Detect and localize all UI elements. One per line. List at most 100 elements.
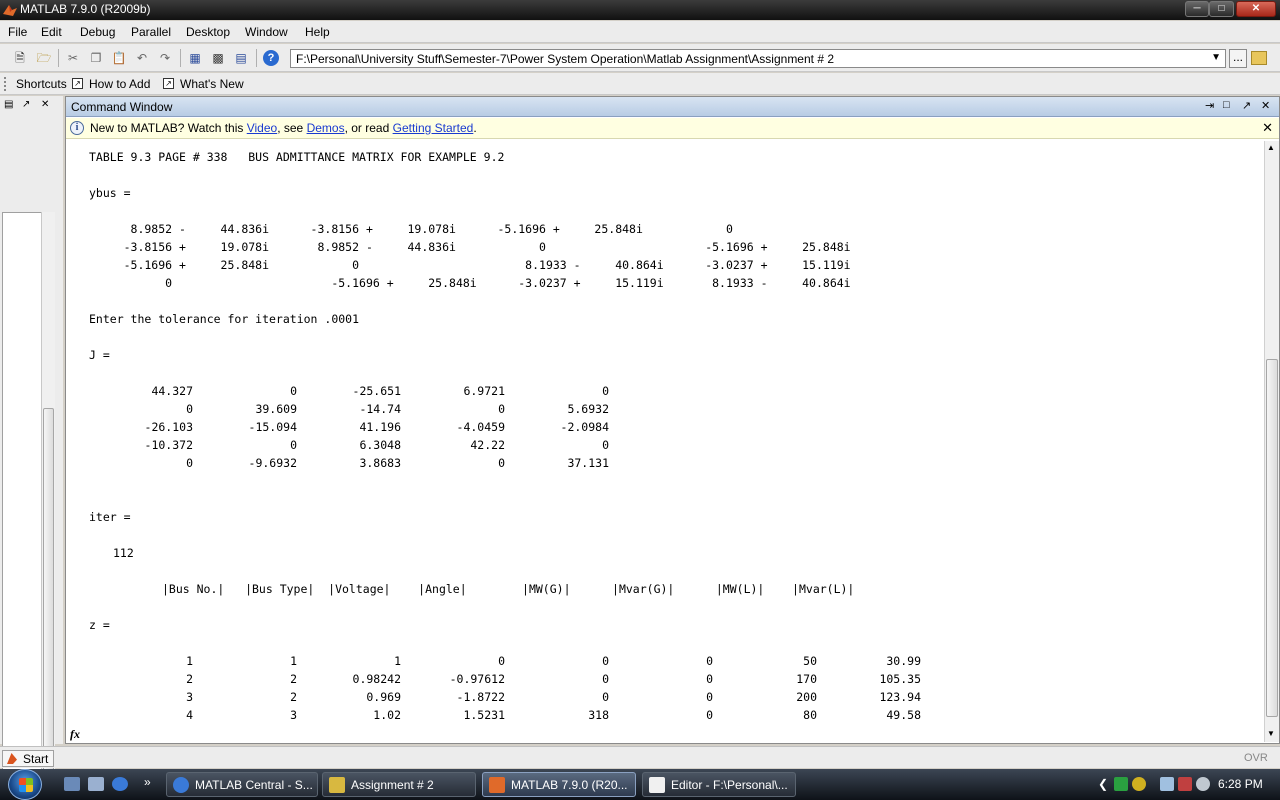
tray-connection-icon[interactable] <box>1178 777 1192 791</box>
menu-debug[interactable]: Debug <box>80 25 115 39</box>
menu-desktop[interactable]: Desktop <box>186 25 230 39</box>
close-button[interactable]: ✕ <box>1236 1 1276 17</box>
tray-network-icon[interactable] <box>1132 777 1146 791</box>
menu-window[interactable]: Window <box>245 25 288 39</box>
command-window-title: Command Window <box>71 100 173 114</box>
redo-icon[interactable]: ↷ <box>157 50 173 66</box>
command-window: Command Window ⇥ □ ↗ ✕ i New to MATLAB? … <box>65 96 1280 744</box>
undo-icon[interactable]: ↶ <box>134 50 150 66</box>
internet-explorer-icon <box>173 777 189 793</box>
demos-link[interactable]: Demos <box>307 121 345 135</box>
shortcuts-label[interactable]: Shortcuts <box>16 77 67 91</box>
z-matrix-cell: 0 <box>602 690 609 704</box>
menu-edit[interactable]: Edit <box>41 25 62 39</box>
taskbar-item-assignment[interactable]: Assignment # 2 <box>322 772 476 797</box>
z-header: |Bus No.| |Bus Type| |Voltage| |Angle| |… <box>162 582 855 596</box>
scroll-up-icon[interactable]: ▲ <box>1267 143 1275 152</box>
copy-icon[interactable]: ❐ <box>88 50 104 66</box>
z-label: z = <box>89 618 110 632</box>
taskbar-clock[interactable]: 6:28 PM <box>1218 777 1263 791</box>
tray-expand-icon[interactable]: ❮ <box>1098 777 1108 791</box>
z-matrix-cell: 1 <box>394 654 401 668</box>
z-matrix-cell: 1.02 <box>373 708 401 722</box>
current-directory-input[interactable]: F:\Personal\University Stuff\Semester-7\… <box>290 49 1226 68</box>
command-window-scroll-thumb[interactable] <box>1266 359 1278 717</box>
new-file-icon[interactable]: 🗎 <box>12 50 28 66</box>
j-matrix-cell: 41.196 <box>359 420 401 434</box>
editor-icon <box>649 777 665 793</box>
internet-explorer-icon[interactable] <box>112 777 128 791</box>
guide-icon[interactable]: ▩ <box>210 50 226 66</box>
maximize-button[interactable]: □ <box>1209 1 1234 17</box>
command-output[interactable]: TABLE 9.3 PAGE # 338 BUS ADMITTANCE MATR… <box>89 148 1259 728</box>
matlab-start-button[interactable]: Start <box>2 750 54 767</box>
z-matrix-cell: -0.97612 <box>449 672 505 686</box>
taskbar-item-matlab[interactable]: MATLAB 7.9.0 (R20... <box>482 772 636 797</box>
j-matrix-cell: -15.094 <box>248 420 297 434</box>
whats-new-link[interactable]: What's New <box>180 77 244 91</box>
cut-icon[interactable]: ✂ <box>65 50 81 66</box>
simulink-icon[interactable]: ▦ <box>187 50 203 66</box>
z-matrix-cell: 1 <box>290 654 297 668</box>
z-matrix-cell: 49.58 <box>886 708 921 722</box>
help-icon[interactable]: ? <box>263 50 279 66</box>
j-matrix-cell: 42.22 <box>470 438 505 452</box>
j-matrix-cell: 0 <box>290 384 297 398</box>
window-title: MATLAB 7.9.0 (R2009b) <box>20 2 151 16</box>
z-matrix-cell: 170 <box>796 672 817 686</box>
j-matrix-cell: -4.0459 <box>456 420 505 434</box>
taskbar-item-editor[interactable]: Editor - F:\Personal\... <box>642 772 796 797</box>
menu-file[interactable]: File <box>8 25 27 39</box>
info-close-icon[interactable]: ✕ <box>1262 120 1273 136</box>
open-folder-icon[interactable]: 🗁 <box>36 50 52 66</box>
z-matrix-cell: 4 <box>186 708 193 722</box>
z-matrix-cell: 1.5231 <box>463 708 505 722</box>
minimize-button[interactable]: ─ <box>1185 1 1209 17</box>
panel-close-icon[interactable]: ✕ <box>41 99 49 110</box>
tray-app-icon[interactable] <box>1114 777 1128 791</box>
browse-folder-button[interactable]: ... <box>1229 49 1247 68</box>
windows-logo-icon <box>19 778 33 792</box>
menu-help[interactable]: Help <box>305 25 330 39</box>
maximize-panel-icon[interactable]: □ <box>1223 99 1230 111</box>
z-matrix-cell: -1.8722 <box>456 690 505 704</box>
volume-icon[interactable] <box>1196 777 1210 791</box>
tray-device-icon[interactable] <box>1160 777 1174 791</box>
undock-icon[interactable]: ▤ <box>4 99 13 110</box>
overwrite-indicator: OVR <box>1244 752 1268 764</box>
j-matrix-cell: -9.6932 <box>248 456 297 470</box>
j-matrix-cell: -14.74 <box>359 402 401 416</box>
z-matrix-cell: 318 <box>588 708 609 722</box>
profiler-icon[interactable]: ▤ <box>233 50 249 66</box>
toolbar-grip[interactable] <box>4 77 6 91</box>
z-matrix-cell: 0 <box>602 672 609 686</box>
more-quicklaunch-icon[interactable]: » <box>144 775 151 789</box>
panel-scroll-thumb[interactable] <box>43 408 54 800</box>
paste-icon[interactable]: 📋 <box>111 50 127 66</box>
scroll-down-icon[interactable]: ▼ <box>1267 729 1275 738</box>
document-icon <box>329 777 345 793</box>
up-folder-icon[interactable] <box>1251 51 1267 65</box>
how-to-add-link[interactable]: How to Add <box>89 77 150 91</box>
video-link[interactable]: Video <box>247 121 277 135</box>
menu-parallel[interactable]: Parallel <box>131 25 171 39</box>
getting-started-link[interactable]: Getting Started <box>393 121 474 135</box>
close-panel-icon[interactable]: ✕ <box>1261 99 1270 112</box>
folder-tree[interactable] <box>2 212 42 800</box>
dock-arrow-icon[interactable]: ⇥ <box>1205 99 1214 112</box>
undock-panel-icon[interactable]: ↗ <box>1242 99 1251 112</box>
pin-icon[interactable]: ↗ <box>22 99 30 110</box>
show-desktop-icon[interactable] <box>64 777 80 791</box>
current-directory-value: F:\Personal\University Stuff\Semester-7\… <box>296 52 835 66</box>
info-bar: i New to MATLAB? Watch this Video, see D… <box>66 118 1279 139</box>
z-matrix-cell: 2 <box>290 672 297 686</box>
taskbar-item-matlab-central[interactable]: MATLAB Central - S... <box>166 772 318 797</box>
matlab-logo-icon <box>7 753 17 764</box>
j-matrix-cell: 0 <box>186 402 193 416</box>
command-window-scrollbar[interactable]: ▲ ▼ <box>1264 141 1279 742</box>
switch-windows-icon[interactable] <box>88 777 104 791</box>
z-matrix-cell: 3 <box>186 690 193 704</box>
function-browser-icon[interactable]: fx <box>70 727 80 742</box>
chevron-down-icon[interactable]: ▼ <box>1211 52 1221 63</box>
windows-start-orb[interactable] <box>8 769 42 800</box>
